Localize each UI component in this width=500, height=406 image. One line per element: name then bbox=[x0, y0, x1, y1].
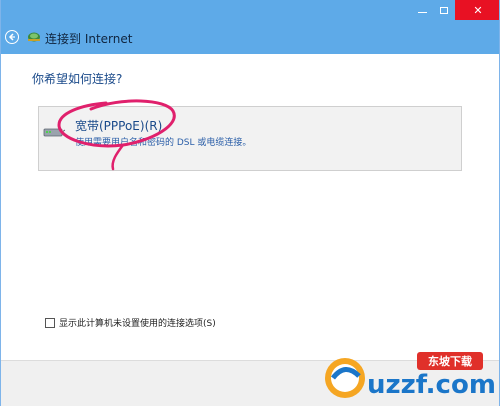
network-connection-icon bbox=[28, 32, 40, 42]
connect-internet-window: ✕ 连接到 Internet 你希望如何连接? 宽带(PPPoE)(R) 使用需… bbox=[0, 0, 500, 406]
broadband-pppoe-option[interactable]: 宽带(PPPoE)(R) 使用需要用户名和密码的 DSL 或电缆连接。 bbox=[38, 106, 462, 171]
back-button[interactable] bbox=[5, 30, 19, 44]
uzzf-watermark-logo: 东坡下载 uzzf.com bbox=[325, 352, 496, 400]
maximize-button[interactable] bbox=[433, 0, 455, 20]
show-unsetup-options-row[interactable]: 显示此计算机未设置使用的连接选项(S) bbox=[45, 316, 216, 329]
show-unsetup-options-checkbox[interactable] bbox=[45, 317, 55, 328]
close-button[interactable]: ✕ bbox=[455, 0, 499, 20]
watermark-logo-text: uzzf.com bbox=[367, 370, 496, 400]
checkbox-label: 显示此计算机未设置使用的连接选项(S) bbox=[59, 319, 216, 329]
wizard-header: 连接到 Internet bbox=[1, 20, 499, 54]
watermark-badge-text: 东坡下载 bbox=[428, 354, 472, 368]
minimize-icon bbox=[417, 11, 427, 13]
close-icon: ✕ bbox=[473, 3, 483, 17]
wizard-title: 连接到 Internet bbox=[45, 32, 133, 46]
connection-question: 你希望如何连接? bbox=[32, 72, 123, 86]
option-title: 宽带(PPPoE)(R) bbox=[75, 119, 163, 133]
broadband-modem-icon bbox=[43, 128, 65, 137]
minimize-button[interactable] bbox=[411, 0, 433, 20]
option-description: 使用需要用户名和密码的 DSL 或电缆连接。 bbox=[75, 138, 252, 148]
back-arrow-icon bbox=[8, 33, 15, 41]
maximize-icon bbox=[440, 6, 448, 14]
